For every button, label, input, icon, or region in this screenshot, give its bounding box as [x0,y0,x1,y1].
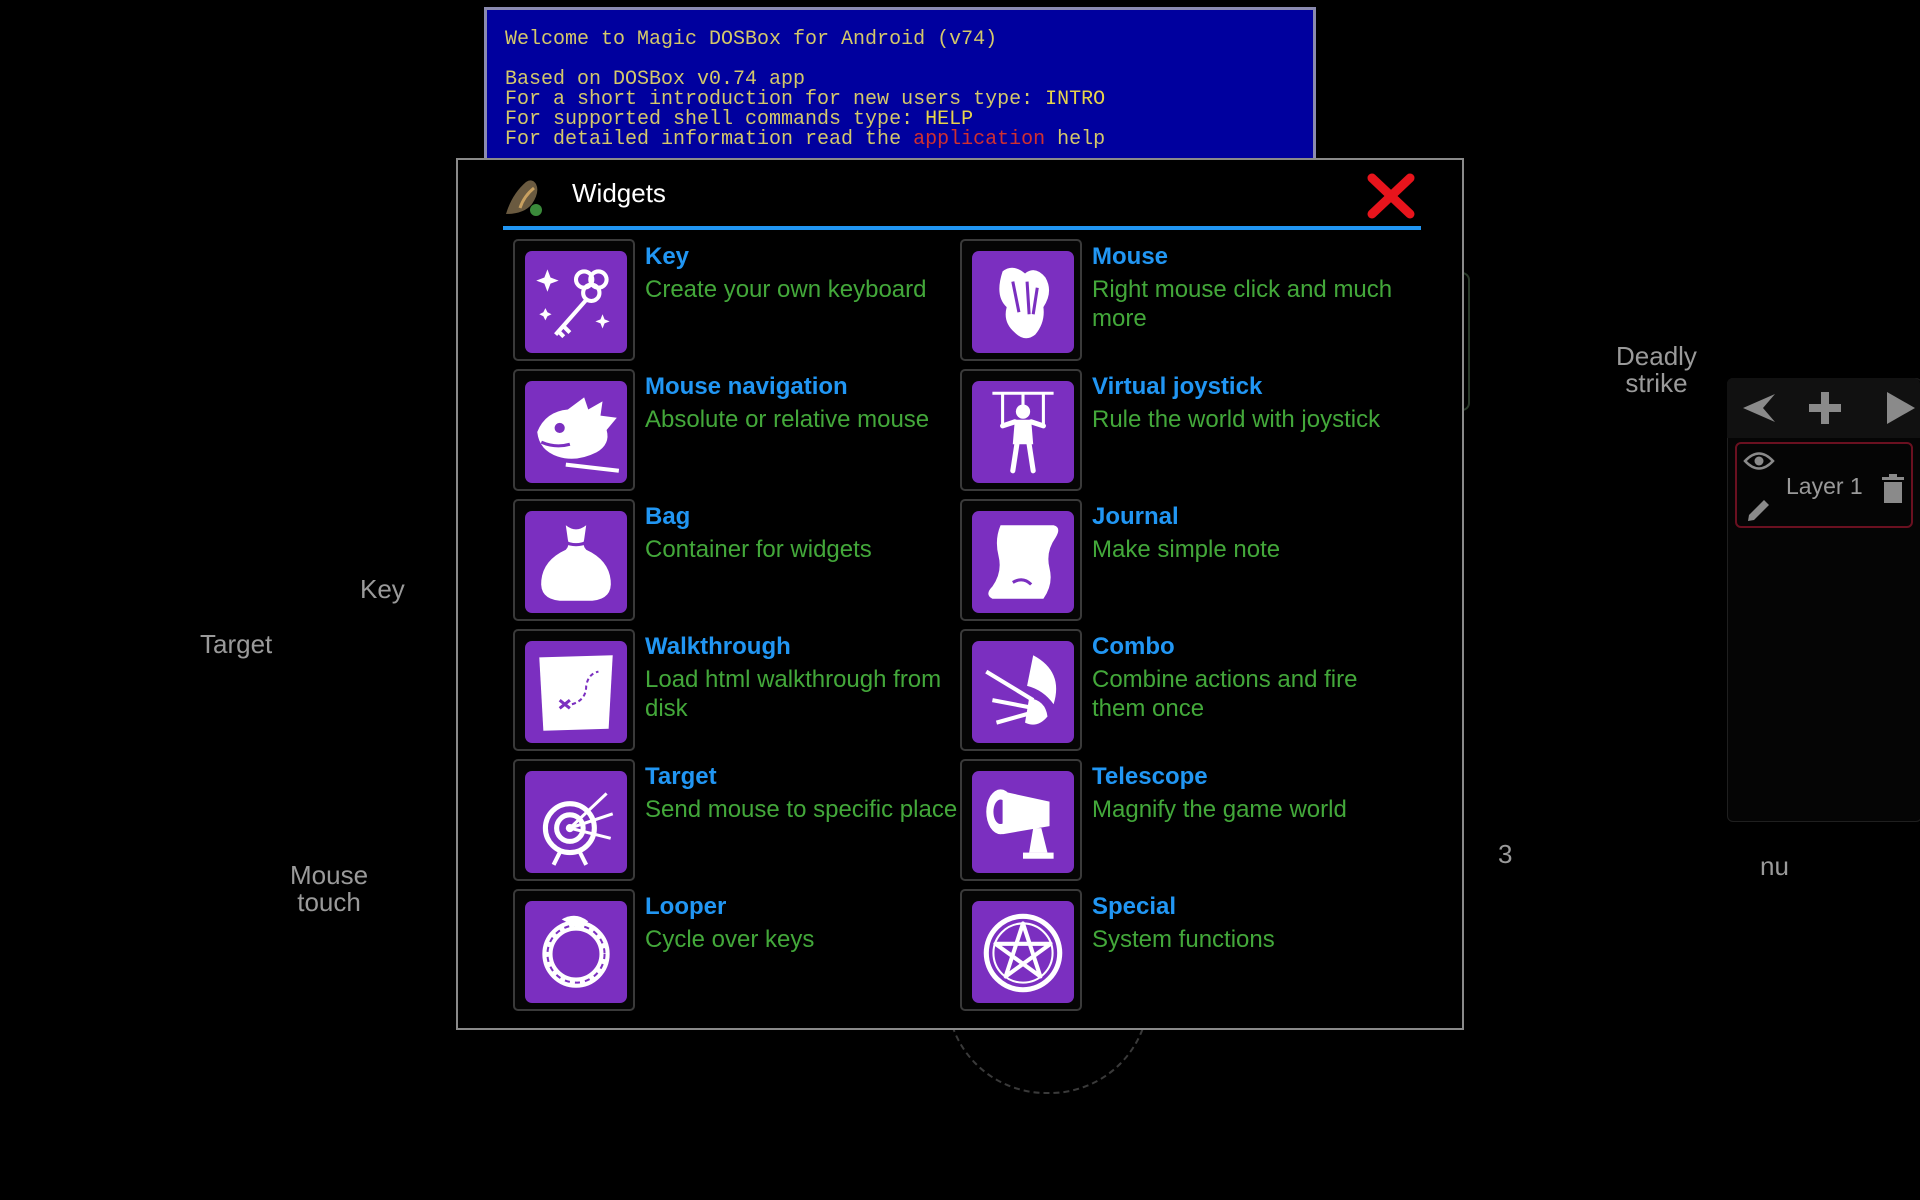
widget-special[interactable]: Special System functions [960,889,1400,1014]
widget-icon-frame [960,889,1082,1011]
widget-description: Absolute or relative mouse [645,406,930,433]
widget-icon-frame [960,629,1082,751]
widget-title: Target [645,763,717,790]
widget-virtual-joystick[interactable]: Virtual joystick Rule the world with joy… [960,369,1400,494]
widget-description: Combine actions and fire them once [1092,666,1358,722]
widget-title: Journal [1092,503,1179,530]
bg-mouse-touch-line1: Mouse [290,860,369,890]
marionette-icon [972,381,1074,483]
claw-icon [972,251,1074,353]
widget-telescope[interactable]: Telescope Magnify the game world [960,759,1400,884]
add-layer-icon[interactable] [1807,390,1843,426]
widget-description: System functions [1092,926,1275,953]
widget-icon-frame [513,759,635,881]
widget-journal[interactable]: Journal Make simple note [960,499,1400,624]
widget-looper[interactable]: Looper Cycle over keys [513,889,953,1014]
widget-title: Special [1092,893,1177,920]
treasure-map-icon [525,641,627,743]
widget-icon-frame [960,499,1082,621]
widget-title: Mouse [1092,243,1169,270]
layers-toolbar [1727,378,1920,438]
widget-icon-frame [513,889,635,1011]
widget-title: Looper [645,893,727,920]
widget-description: Create your own keyboard [645,276,927,303]
widget-icon-frame [513,499,635,621]
widget-mouse[interactable]: Mouse Right mouse click and much more [960,239,1400,364]
widget-title: Virtual joystick [1092,373,1263,400]
trash-icon[interactable] [1881,474,1905,504]
eye-icon[interactable] [1743,450,1775,472]
beast-head-icon [525,381,627,483]
dos-detail-link: application [913,128,1046,151]
bg-deadly-strike-line2: strike [1625,368,1688,398]
widget-description: Right mouse click and much more [1092,276,1393,332]
widget-title: Combo [1092,633,1175,660]
widget-description: Rule the world with joystick [1092,406,1381,433]
bg-target-widget[interactable]: Target [200,631,272,658]
widget-title: Telescope [1092,763,1208,790]
dos-welcome-line: Welcome to Magic DOSBox for Android (v74… [505,28,998,51]
magic-keys-icon [525,251,627,353]
bg-nu-widget[interactable]: nu [1760,853,1789,880]
widget-title: Key [645,243,690,270]
widget-mouse-navigation[interactable]: Mouse navigation Absolute or relative mo… [513,369,953,494]
layer-name: Layer 1 [1786,473,1863,499]
dos-detail-end: help [1045,128,1106,151]
next-layer-icon[interactable] [1885,390,1917,426]
previous-layer-icon[interactable] [1741,392,1777,424]
pentagram-icon [972,901,1074,1003]
bg-mouse-touch-line2: touch [297,887,361,917]
widget-description: Send mouse to specific place [645,796,958,823]
widget-description: Magnify the game world [1092,796,1347,823]
bg-deadly-strike-widget[interactable]: Deadly strike [1616,343,1697,397]
app-logo-icon [506,180,542,216]
widget-combo[interactable]: Combo Combine actions and fire them once [960,629,1400,754]
dos-detail-text: For detailed information read the [505,128,914,151]
widget-walkthrough[interactable]: Walkthrough Load html walkthrough from d… [513,629,953,754]
widget-icon-frame [513,369,635,491]
widget-icon-frame [960,239,1082,361]
telescope-icon [972,771,1074,873]
bg-deadly-strike-line1: Deadly [1616,341,1697,371]
widget-icon-frame [960,759,1082,881]
bag-icon [525,511,627,613]
widget-title: Walkthrough [645,633,791,660]
bg-three-widget[interactable]: 3 [1498,841,1512,868]
widget-icon-frame [513,629,635,751]
widget-key[interactable]: Key Create your own keyboard [513,239,953,364]
bg-mouse-touch-widget[interactable]: Mouse touch [290,862,368,916]
close-icon [1367,173,1415,219]
dos-intro-command: INTRO [1045,88,1106,111]
widget-title: Bag [645,503,691,530]
combo-strike-icon [972,641,1074,743]
dialog-title: Widgets [572,178,666,208]
pencil-icon[interactable] [1745,496,1773,524]
scroll-icon [972,511,1074,613]
widget-description: Make simple note [1092,536,1281,563]
bg-key-widget[interactable]: Key [360,576,405,603]
widget-target[interactable]: Target Send mouse to specific place [513,759,957,884]
archery-target-icon [525,771,627,873]
widget-bag[interactable]: Bag Container for widgets [513,499,953,624]
widget-description: Cycle over keys [645,926,815,953]
widget-icon-frame [960,369,1082,491]
widget-description: Container for widgets [645,536,872,563]
widget-icon-frame [513,239,635,361]
widget-title: Mouse navigation [645,373,848,400]
widget-description: Load html walkthrough from disk [645,666,942,722]
dos-detail-line: For detailed information read the applic… [505,128,1105,151]
ouroboros-icon [525,901,627,1003]
close-button[interactable] [1366,170,1416,222]
